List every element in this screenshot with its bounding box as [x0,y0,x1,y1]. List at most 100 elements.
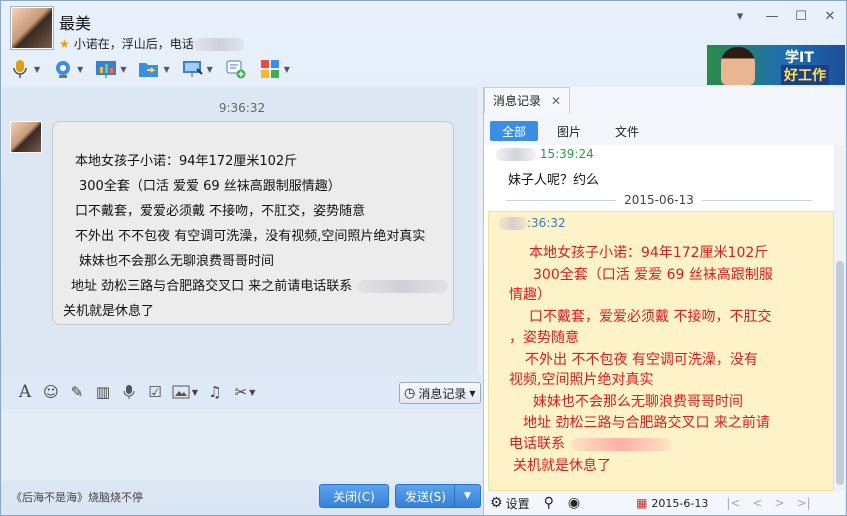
ad-banner[interactable]: 学IT 好工作 [707,45,845,85]
search-icon[interactable]: ⚲ [544,495,554,511]
message-line: 关机就是休息了 [63,304,155,319]
settings-button[interactable]: ⚙ 设置 [490,495,530,512]
chevron-down-icon[interactable]: ▼ [77,65,83,74]
voice-call-button[interactable]: ▼ [9,58,40,80]
message-line: 妹妹也不会那么无聊浪费哥哥时间 [79,254,275,269]
chat-window: 最美 ★ 小诺在，浮山后，电话 ▾ — ☐ ✕ ▼ ▼ ▼ ▼ ▼ ▼ 学IT … [0,0,847,516]
history-line: 关机就是休息了 [513,458,611,474]
prev-page-button[interactable]: < [752,496,762,510]
history-line: 妹妹也不会那么无聊浪费哥哥时间 [533,394,743,410]
send-button[interactable]: 发送(S) ▼ [395,484,481,508]
maximize-button[interactable]: ☐ [790,9,812,27]
emoji-icon[interactable]: ☺ [38,381,64,403]
microphone-icon [9,58,31,80]
history-scrollbar[interactable] [834,145,846,491]
message-line: 地址 劲松三路与合肥路交叉口 来之前请电话联系 [71,275,449,294]
highlighted-message: :36:32 本地女孩子小诺：94年172厘米102斤 300全套（口活 爱爱 … [488,211,834,491]
history-line: 视频,空间照片绝对真实 [509,372,654,388]
message-history-button[interactable]: ◷ 消息记录 ▼ [399,382,481,404]
tab-message-history[interactable]: 消息记录 ✕ [484,87,570,113]
message-line: 不外出 不不包夜 有空调可洗澡，没有视频,空间照片绝对真实 [75,229,426,244]
music-icon[interactable]: ♫ [202,381,228,403]
history-line: ，姿势随意 [509,330,579,346]
send-file-button[interactable]: ▼ [138,58,170,80]
history-footer: ⚙ 设置 ⚲ ◉ ▦ 2015-6-13 |< < > >| [484,491,846,515]
message-input[interactable] [2,409,482,481]
apps-button[interactable]: ▼ [259,58,290,80]
chevron-down-icon[interactable]: ▼ [120,65,126,74]
more-icon[interactable]: ◉ [568,495,580,511]
ad-line-1: 学IT [785,50,814,66]
date-value: 2015-6-13 [651,496,709,510]
history-line: 电话联系 [509,433,671,453]
add-chat-icon [225,58,247,80]
contact-avatar[interactable] [11,7,53,49]
message-area[interactable]: 9:36:32 本地女孩子小诺：94年172厘米102斤 300全套（口活 爱爱… [2,87,482,374]
blurred-name [499,217,527,230]
new-chat-button[interactable] [225,58,247,80]
blurred-phone [571,437,671,451]
tab-label: 消息记录 [493,94,542,108]
message-scrollbar[interactable] [478,87,482,374]
ad-line-2: 好工作 [781,65,829,85]
sender-avatar[interactable] [10,121,42,153]
filter-files[interactable]: 文件 [612,121,642,141]
webcam-icon [52,58,74,80]
first-page-button[interactable]: |< [726,496,740,510]
message-timestamp: 9:36:32 [218,101,266,115]
remote-desktop-button[interactable]: ▼ [182,58,213,80]
poke-icon[interactable]: ✎ [64,381,90,403]
history-line: 不外出 不不包夜 有空调可洗澡，没有 [525,352,758,368]
filter-images[interactable]: 图片 [554,121,584,141]
contact-signature: ★ 小诺在，浮山后，电话 [59,35,244,52]
history-line: 情趣） [509,287,551,303]
folder-icon [138,58,160,80]
history-messages: 15:39:24 妹子人呢？约么 2015-06-13 :36:32 本地女孩子… [484,145,834,491]
video-call-button[interactable]: ▼ [52,58,83,80]
minimize-button[interactable]: — [761,9,783,27]
call-toolbar: ▼ ▼ ▼ ▼ ▼ ▼ [9,55,302,83]
chevron-down-icon[interactable]: ▼ [284,65,290,74]
close-button[interactable]: ✕ [819,9,841,27]
prev-message-header: 15:39:24 [496,147,594,161]
prev-message: 妹子人呢？约么 [508,173,600,188]
font-icon[interactable]: A [12,381,38,403]
history-line: 300全套（口活 爱爱 69 丝袜高跟制服 [533,267,773,283]
history-panel: 消息记录 ✕ 全部 图片 文件 ▲ 15:39:24 妹子人呢？约么 2015-… [483,87,846,515]
voice-message-icon[interactable] [116,381,142,403]
blurred-name [496,148,536,161]
scrollbar-thumb[interactable] [836,261,844,485]
chevron-down-icon[interactable]: ▾ [729,9,751,27]
message-line: 口不戴套，爱爱必须戴 不接吻，不肛交，姿势随意 [75,204,366,219]
history-button-label: 消息记录 [418,386,467,401]
edit-icon[interactable]: ☑ [142,381,168,403]
chevron-down-icon: ▼ [469,388,476,398]
filter-all[interactable]: 全部 [490,121,538,141]
last-page-button[interactable]: >| [797,496,811,510]
message-line: 300全套（口活 爱爱 69 丝袜高跟制服情趣） [79,179,341,194]
history-line: 地址 劲松三路与合肥路交叉口 来之前请 [523,415,770,431]
chevron-down-icon[interactable]: ▼ [163,65,169,74]
screen-shake-icon[interactable]: ▥ [90,381,116,403]
blurred-phone [193,38,244,51]
remote-screen-icon [182,58,204,80]
apps-grid-icon [259,58,281,80]
image-icon[interactable]: ▼ [168,381,202,403]
blurred-phone [358,280,449,293]
chevron-down-icon[interactable]: ▼ [34,65,40,74]
close-icon[interactable]: ✕ [551,94,561,108]
send-options-dropdown[interactable]: ▼ [454,485,480,507]
history-line: 口不戴套，爱爱必须戴 不接吻，不肛交 [529,309,772,325]
date-picker[interactable]: ▦ 2015-6-13 [636,496,708,510]
close-chat-button[interactable]: 关闭(C) [319,484,389,508]
now-playing[interactable]: 《后海不是海》烧脑烧不停 [11,489,143,505]
next-page-button[interactable]: > [775,496,785,510]
clock-icon: ◷ [404,385,416,401]
calendar-icon: ▦ [636,496,648,510]
scissors-icon[interactable]: ✂ ▼ [228,381,262,403]
message-line: 本地女孩子小诺：94年172厘米102斤 [75,154,298,169]
presentation-button[interactable]: ▼ [95,58,126,80]
send-button-label: 发送(S) [405,489,446,504]
contact-nickname: 最美 [59,14,92,33]
chevron-down-icon[interactable]: ▼ [207,65,213,74]
